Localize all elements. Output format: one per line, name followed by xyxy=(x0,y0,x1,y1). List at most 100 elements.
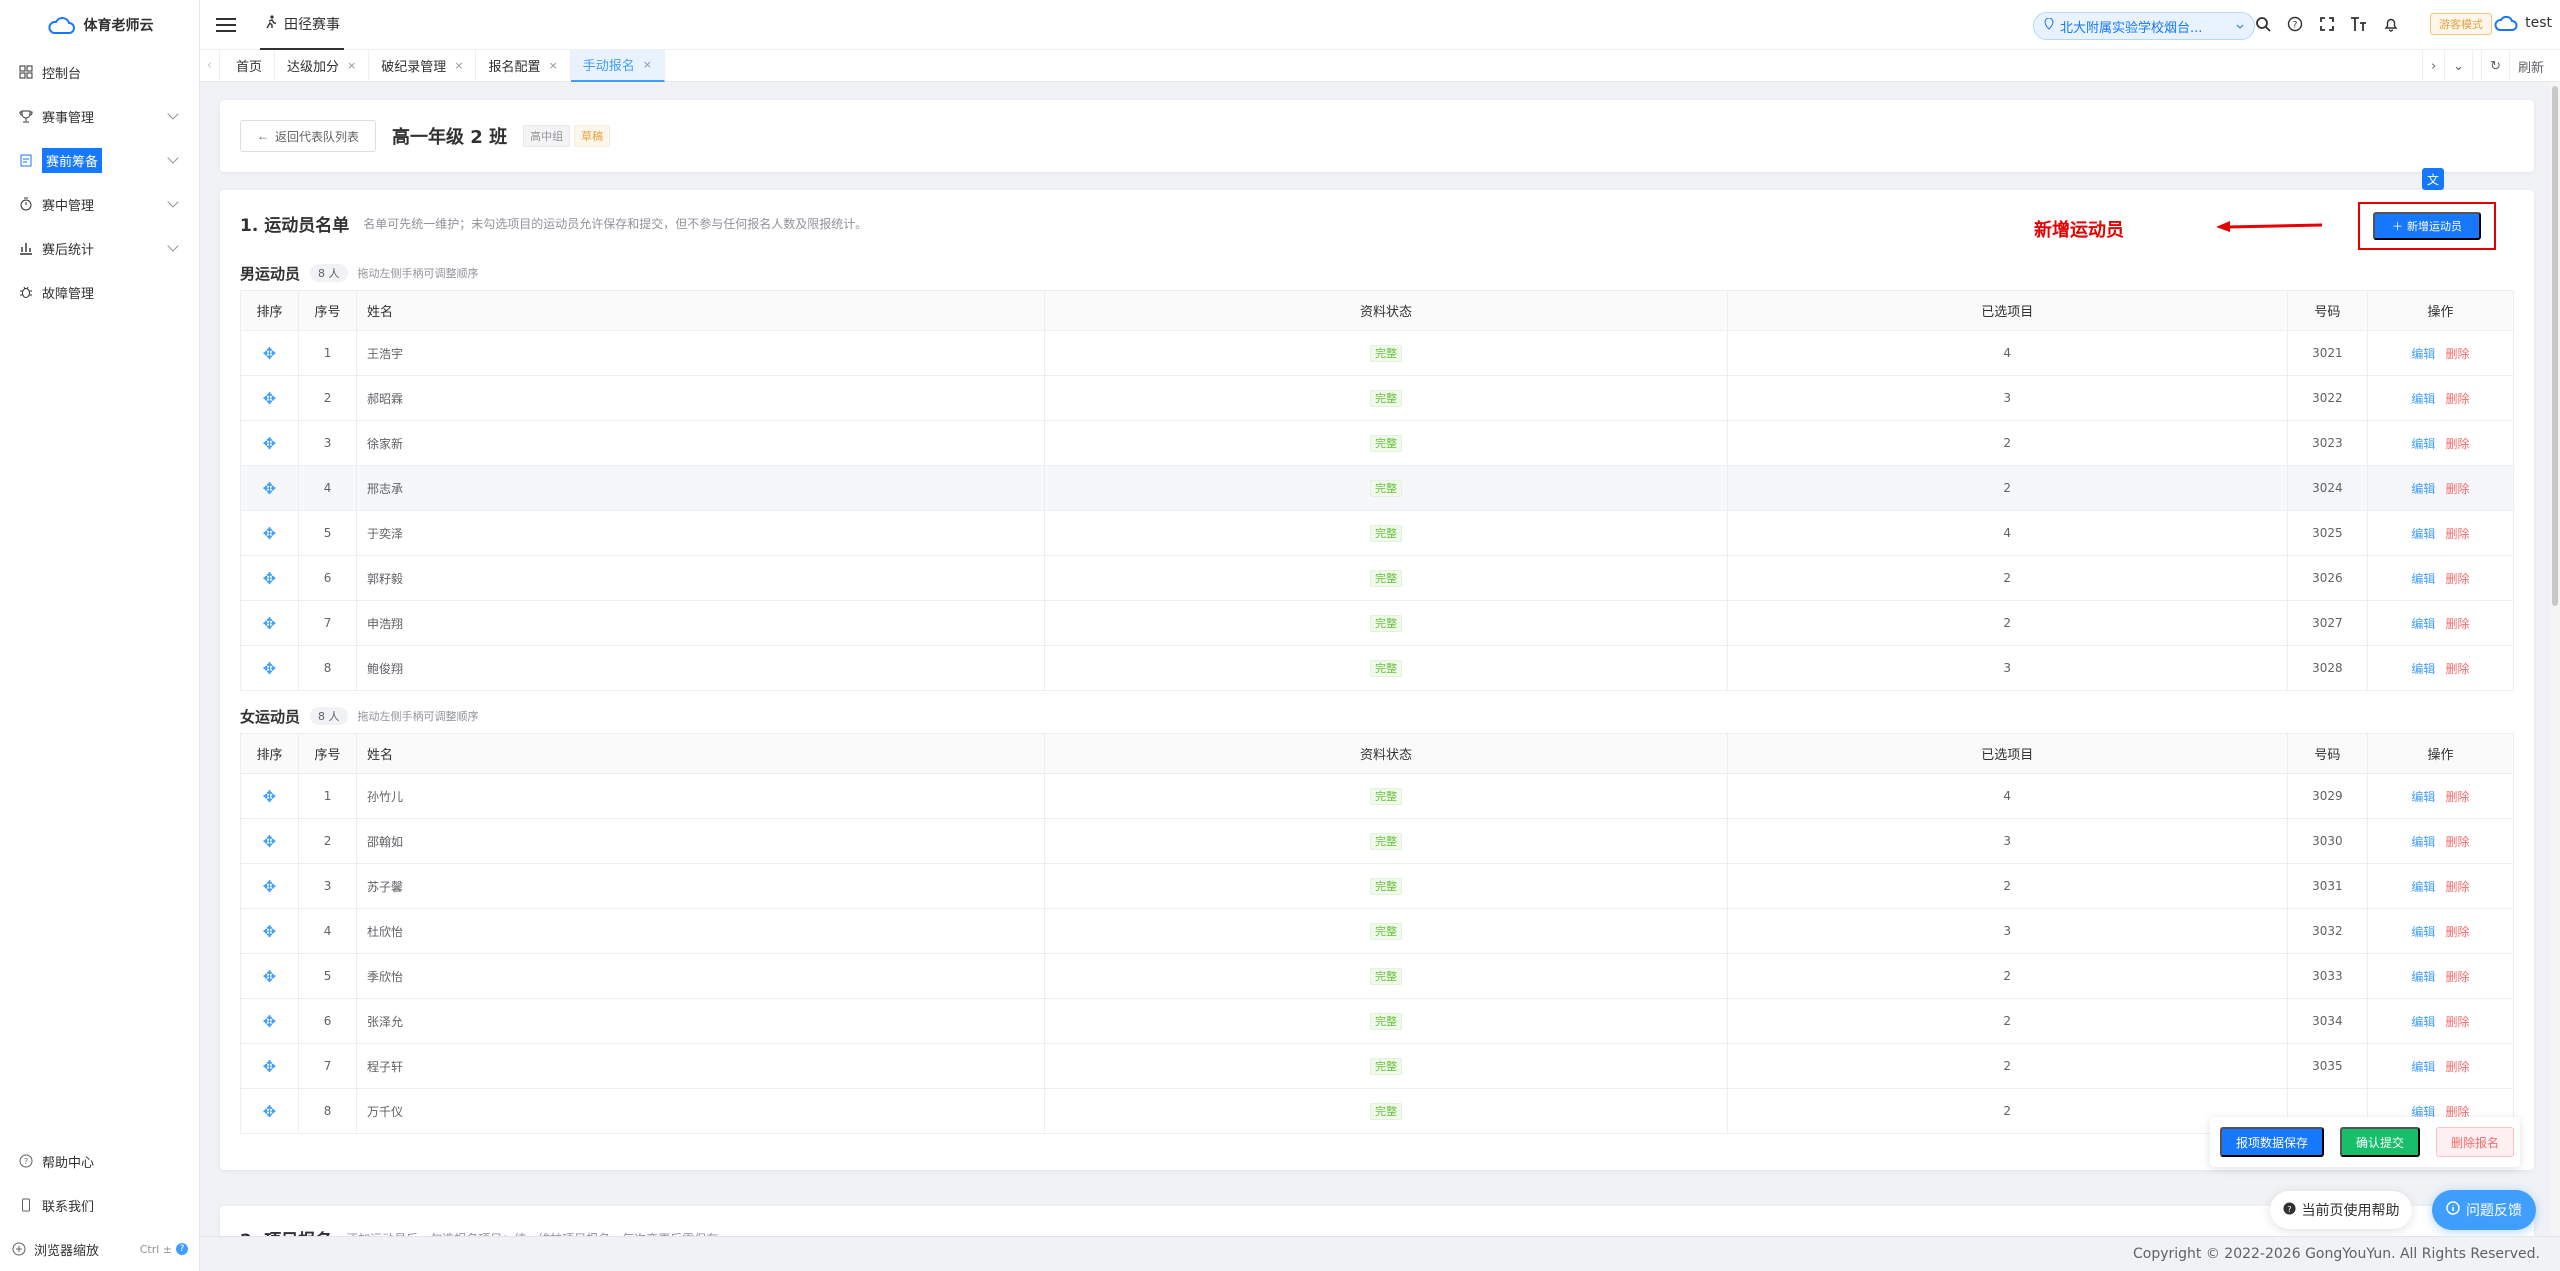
tabs-scroll-right-icon[interactable]: › xyxy=(2421,50,2444,82)
edit-link[interactable]: 编辑 xyxy=(2411,925,2435,939)
drag-handle-icon[interactable]: ✥ xyxy=(263,614,276,633)
edit-link[interactable]: 编辑 xyxy=(2411,527,2435,541)
scrollbar-thumb[interactable] xyxy=(2552,86,2558,606)
athlete-number: 3035 xyxy=(2286,1043,2368,1089)
delete-link[interactable]: 删除 xyxy=(2445,1060,2469,1074)
tab-3[interactable]: 破纪录管理 × xyxy=(369,49,477,82)
sidebar-item-2[interactable]: 赛事管理 xyxy=(0,94,199,138)
athlete-number: 3023 xyxy=(2286,420,2368,466)
drag-handle-icon[interactable]: ✥ xyxy=(263,479,276,498)
app-logo[interactable]: 体育老师云 xyxy=(0,0,199,50)
roster-card: 文 1. 运动员名单 名单可先统一维护；未勾选项目的运动员允许保存和提交，但不参… xyxy=(220,168,2534,1170)
drag-handle-icon[interactable]: ✥ xyxy=(263,1057,276,1076)
tab-4[interactable]: 报名配置 × xyxy=(476,49,571,82)
sidebar-item-3[interactable]: 赛前筹备 xyxy=(0,138,199,182)
delete-link[interactable]: 删除 xyxy=(2445,662,2469,676)
edit-link[interactable]: 编辑 xyxy=(2411,790,2435,804)
module-tab[interactable]: 田径赛事 xyxy=(260,0,344,50)
delete-link[interactable]: 删除 xyxy=(2445,925,2469,939)
edit-link[interactable]: 编辑 xyxy=(2411,1015,2435,1029)
help-circle-icon[interactable]: ? xyxy=(2286,13,2304,35)
drag-handle-icon[interactable]: ✥ xyxy=(263,569,276,588)
delete-link[interactable]: 删除 xyxy=(2445,880,2469,894)
delete-link[interactable]: 删除 xyxy=(2445,970,2469,984)
delete-link[interactable]: 删除 xyxy=(2445,347,2469,361)
drag-handle-icon[interactable]: ✥ xyxy=(263,832,276,851)
back-to-team-list-button[interactable]: ← 返回代表队列表 xyxy=(240,120,377,152)
sidebar-item-1[interactable]: 控制台 xyxy=(0,50,199,94)
drag-handle-icon[interactable]: ✥ xyxy=(263,787,276,806)
browser-zoom-row[interactable]: 浏览器缩放 Ctrl ±? xyxy=(0,1227,200,1271)
page-scrollbar[interactable] xyxy=(2550,82,2560,1236)
delete-link[interactable]: 删除 xyxy=(2445,527,2469,541)
drag-handle-icon[interactable]: ✥ xyxy=(263,1012,276,1031)
delete-link[interactable]: 删除 xyxy=(2445,392,2469,406)
menu-toggle-icon[interactable] xyxy=(216,17,236,32)
sidebar-item-4[interactable]: 赛中管理 xyxy=(0,182,199,226)
edit-link[interactable]: 编辑 xyxy=(2411,617,2435,631)
tab-2[interactable]: 达级加分 × xyxy=(275,49,370,82)
drag-handle-icon[interactable]: ✥ xyxy=(263,659,276,678)
close-icon[interactable]: × xyxy=(549,59,558,72)
add-athlete-button[interactable]: ＋ 新增运动员 xyxy=(2373,212,2481,240)
close-icon[interactable]: × xyxy=(454,59,463,72)
selected-projects: 3 xyxy=(1726,818,2288,864)
delete-link[interactable]: 删除 xyxy=(2445,482,2469,496)
table-row: ✥ 1 王浩宇 完整 4 3021 编辑 删除 xyxy=(239,330,2515,376)
row-number: 6 xyxy=(298,555,358,601)
edit-link[interactable]: 编辑 xyxy=(2411,482,2435,496)
actions-cell: 编辑 删除 xyxy=(2366,510,2515,556)
zoom-help-icon[interactable]: ? xyxy=(176,1243,188,1255)
font-size-icon[interactable] xyxy=(2350,13,2368,35)
drag-handle-icon[interactable]: ✥ xyxy=(263,389,276,408)
drag-handle-icon[interactable]: ✥ xyxy=(263,967,276,986)
edit-link[interactable]: 编辑 xyxy=(2411,437,2435,451)
edit-link[interactable]: 编辑 xyxy=(2411,662,2435,676)
delete-link[interactable]: 删除 xyxy=(2445,790,2469,804)
delete-link[interactable]: 删除 xyxy=(2445,617,2469,631)
drag-handle-icon[interactable]: ✥ xyxy=(263,1102,276,1121)
school-select[interactable]: 北大附属实验学校烟台... xyxy=(2033,12,2255,40)
drag-handle-icon[interactable]: ✥ xyxy=(263,434,276,453)
search-icon[interactable] xyxy=(2254,13,2272,35)
close-icon[interactable]: × xyxy=(643,58,652,71)
tab-1[interactable]: 首页 xyxy=(224,49,276,82)
help-filled-icon: ? xyxy=(2282,1201,2296,1219)
delete-link[interactable]: 删除 xyxy=(2445,1015,2469,1029)
delete-link[interactable]: 删除 xyxy=(2445,572,2469,586)
page-help-button[interactable]: ? 当前页使用帮助 xyxy=(2270,1191,2412,1229)
edit-link[interactable]: 编辑 xyxy=(2411,835,2435,849)
delete-link[interactable]: 删除 xyxy=(2445,437,2469,451)
delete-registration-button[interactable]: 删除报名 xyxy=(2436,1127,2515,1157)
fullscreen-icon[interactable] xyxy=(2318,13,2336,35)
sidebar-item-5[interactable]: 赛后统计 xyxy=(0,226,199,270)
athlete-name: 程子轩 xyxy=(356,1043,1046,1089)
drag-handle-icon[interactable]: ✥ xyxy=(263,344,276,363)
refresh-button[interactable]: ↻ 刷新 xyxy=(2472,50,2560,82)
drag-cell: ✥ xyxy=(239,465,300,511)
help-center-link[interactable]: ? 帮助中心 xyxy=(0,1139,200,1183)
drag-handle-icon[interactable]: ✥ xyxy=(263,922,276,941)
edit-link[interactable]: 编辑 xyxy=(2411,880,2435,894)
save-entries-button[interactable]: 报项数据保存 xyxy=(2220,1127,2325,1157)
status-cell: 完整 xyxy=(1044,600,1728,646)
user-menu[interactable]: test xyxy=(2493,14,2552,32)
contact-us-link[interactable]: 联系我们 xyxy=(0,1183,200,1227)
confirm-submit-button[interactable]: 确认提交 xyxy=(2340,1127,2421,1157)
edit-link[interactable]: 编辑 xyxy=(2411,572,2435,586)
sidebar-item-6[interactable]: 故障管理 xyxy=(0,270,199,314)
bell-icon[interactable] xyxy=(2382,13,2400,35)
tabs-scroll-left-icon[interactable]: ‹ xyxy=(200,49,220,82)
drag-handle-icon[interactable]: ✥ xyxy=(263,877,276,896)
drag-handle-icon[interactable]: ✥ xyxy=(263,524,276,543)
delete-link[interactable]: 删除 xyxy=(2445,835,2469,849)
edit-link[interactable]: 编辑 xyxy=(2411,347,2435,361)
tab-5[interactable]: 手动报名 × xyxy=(570,49,665,82)
feedback-button[interactable]: 问题反馈 xyxy=(2432,1190,2536,1230)
tabs-dropdown-icon[interactable]: ⌄ xyxy=(2444,50,2472,82)
translate-icon[interactable]: 文 xyxy=(2422,168,2444,190)
close-icon[interactable]: × xyxy=(347,59,356,72)
edit-link[interactable]: 编辑 xyxy=(2411,970,2435,984)
edit-link[interactable]: 编辑 xyxy=(2411,1060,2435,1074)
edit-link[interactable]: 编辑 xyxy=(2411,392,2435,406)
